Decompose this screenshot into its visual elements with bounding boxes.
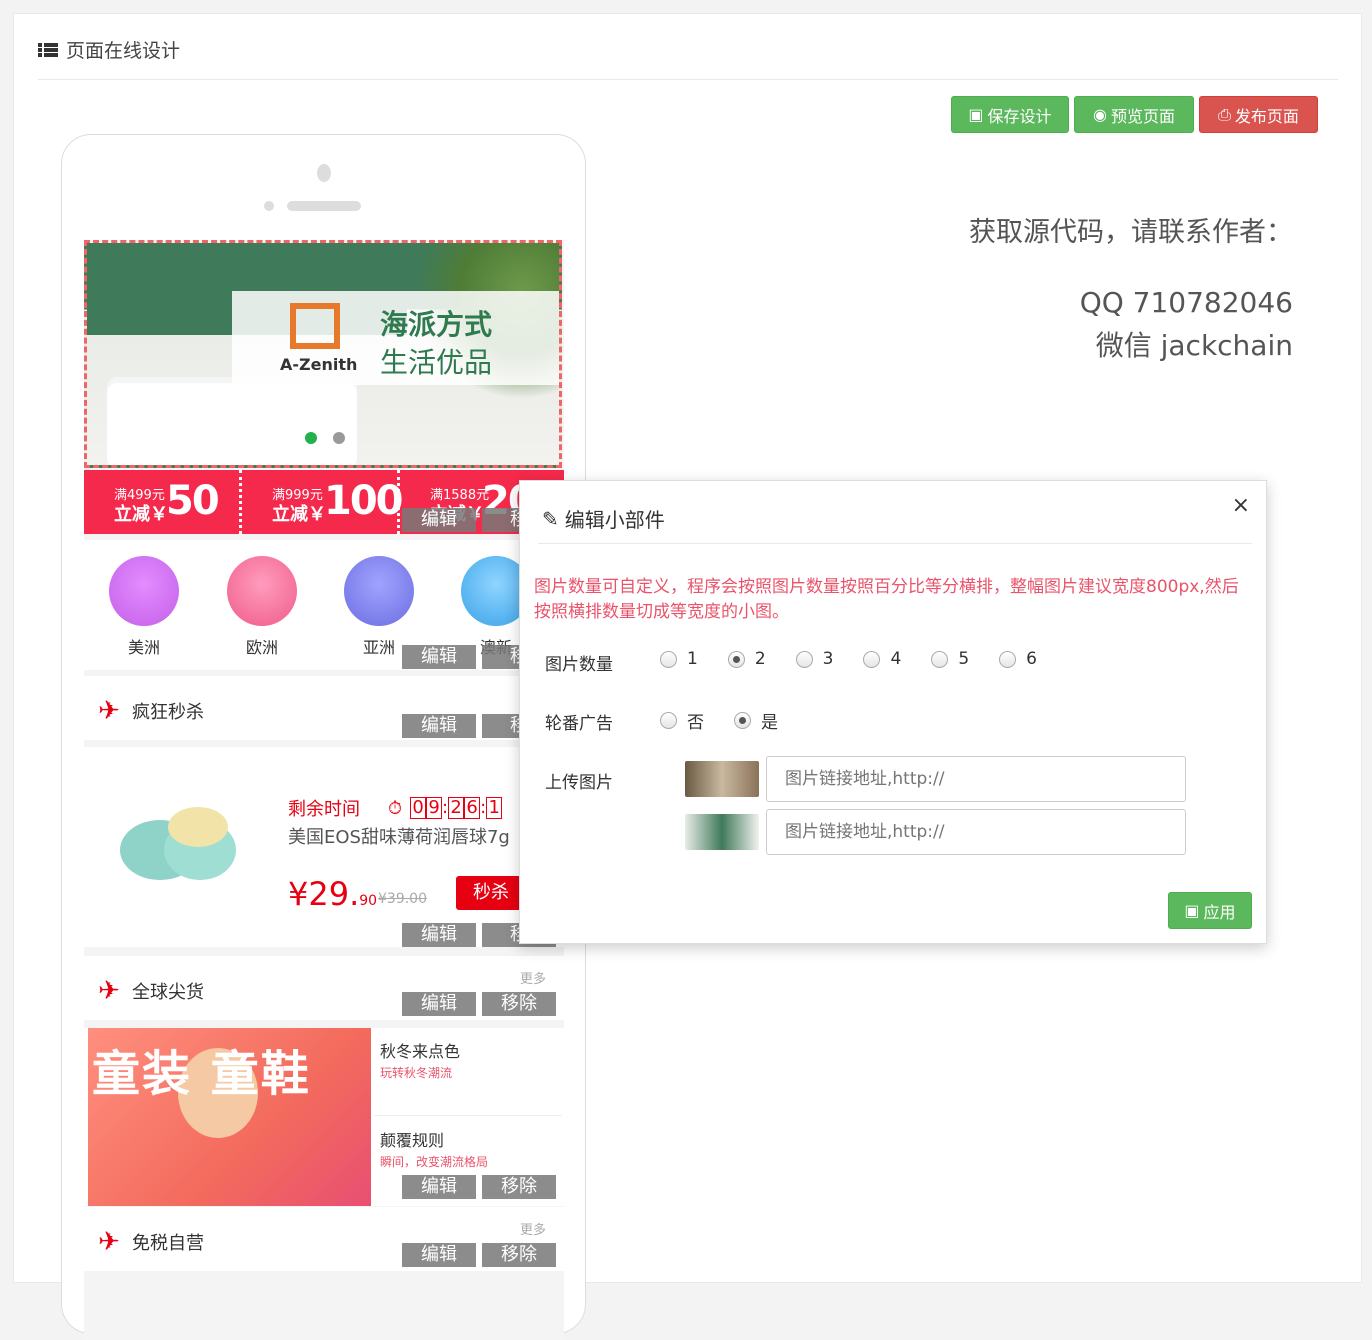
phone-speaker — [287, 201, 361, 211]
product-image — [120, 807, 236, 880]
banner-sofa — [107, 383, 357, 465]
edit-button[interactable]: 编辑 — [402, 508, 476, 532]
remove-button[interactable]: 移除 — [482, 1243, 556, 1267]
count-option[interactable]: 6 — [999, 649, 1037, 669]
flash-sale-product[interactable]: 剩余时间 ⏱ 09:26:1 美国EOS甜味薄荷润唇球7g ¥29.90 ¥39… — [84, 747, 564, 947]
brand-logo-icon — [290, 303, 340, 349]
image-url-input[interactable] — [766, 809, 1186, 855]
carousel-option-yes[interactable]: 是 — [734, 708, 778, 733]
phone-frame: A-Zenith 海派方式 生活优品 满499元 立减￥ 50 满999元 立减… — [61, 134, 586, 1340]
countdown: 剩余时间 ⏱ 09:26:1 — [288, 795, 503, 821]
radio[interactable] — [795, 650, 813, 668]
edit-button[interactable]: 编辑 — [402, 1175, 476, 1199]
contact-heading: 获取源代码，请联系作者： — [969, 217, 1293, 248]
clock-icon: ⏱ — [388, 797, 403, 819]
remove-button[interactable]: 移除 — [482, 1175, 556, 1199]
count-option[interactable]: 1 — [660, 649, 698, 669]
count-option[interactable]: 5 — [931, 649, 969, 669]
phone-sensor — [264, 201, 274, 211]
brand-name: A-Zenith — [280, 355, 358, 374]
phone-screen: A-Zenith 海派方式 生活优品 满499元 立减￥ 50 满999元 立减… — [84, 240, 564, 1340]
radio[interactable] — [999, 650, 1017, 668]
preview-button[interactable]: ◉ 预览页面 — [1074, 96, 1194, 133]
castle-icon — [109, 556, 179, 626]
carousel-label: 轮番广告 — [545, 714, 613, 734]
divider — [538, 543, 1252, 544]
category-asia[interactable]: 亚洲 — [339, 556, 419, 658]
widget-toolbar: 编辑 移除 — [402, 1175, 556, 1199]
close-icon[interactable]: × — [1232, 493, 1250, 518]
radio[interactable] — [931, 650, 949, 668]
print-icon: ⎙ — [1218, 104, 1231, 124]
category-europe[interactable]: 欧洲 — [222, 556, 302, 658]
carousel-option-no[interactable]: 否 — [660, 708, 704, 733]
image-url-input[interactable] — [766, 756, 1186, 802]
publish-button[interactable]: ⎙ 发布页面 — [1199, 96, 1318, 133]
radio[interactable] — [863, 650, 881, 668]
modal-title: ✎ 编辑小部件 — [542, 506, 665, 533]
divider — [38, 79, 1338, 80]
save-button[interactable]: ▣ 保存设计 — [951, 96, 1069, 133]
radio-selected[interactable] — [727, 650, 745, 668]
radio[interactable] — [660, 712, 677, 729]
plane-icon: ✈ — [98, 976, 120, 1006]
more-link[interactable]: 更多 — [520, 968, 546, 987]
remove-button[interactable]: 移除 — [482, 992, 556, 1016]
old-price: ¥39.00 — [378, 891, 427, 907]
plane-icon: ✈ — [98, 696, 120, 726]
flash-buy-button[interactable]: 秒杀 — [456, 876, 526, 910]
count-option[interactable]: 4 — [863, 649, 901, 669]
image-count-radios: 1 2 3 4 5 6 — [660, 649, 1067, 669]
edit-button[interactable]: 编辑 — [402, 992, 476, 1016]
product-name: 美国EOS甜味薄荷润唇球7g — [288, 827, 510, 848]
carousel-radios: 否 是 — [660, 708, 808, 733]
page-title: 页面在线设计 — [38, 36, 180, 63]
radio-selected[interactable] — [734, 712, 751, 729]
category-america[interactable]: 美洲 — [104, 556, 184, 658]
banner-headline: 海派方式 — [380, 308, 493, 341]
list-icon — [38, 42, 58, 57]
eye-icon: ◉ — [1093, 105, 1107, 124]
modal-tip: 图片数量可自定义，程序会按照图片数量按照百分比等分横排，整幅图片建议宽度800p… — [534, 577, 1239, 622]
widget-toolbar: 编辑 移除 — [402, 1243, 556, 1267]
coupon-item[interactable]: 满999元 立减￥ 100 — [242, 470, 403, 534]
page-title-text: 页面在线设计 — [66, 40, 181, 62]
count-option[interactable]: 3 — [795, 649, 833, 669]
contact-wechat: 微信 jackchain — [1095, 329, 1293, 362]
banner-widget[interactable]: A-Zenith 海派方式 生活优品 — [84, 240, 562, 468]
grid-item[interactable]: 秋冬来点色 玩转秋冬潮流 — [374, 1028, 562, 1116]
carousel-dot[interactable] — [333, 432, 345, 444]
kids-banner[interactable]: 童装 童鞋 — [88, 1028, 371, 1206]
banner-logo-box: A-Zenith 海派方式 生活优品 — [232, 291, 559, 385]
contact-qq: QQ 710782046 — [1079, 286, 1293, 319]
apply-button[interactable]: ▣ 应用 — [1168, 892, 1252, 929]
upload-thumbnail[interactable] — [685, 814, 759, 850]
edit-button[interactable]: 编辑 — [402, 1243, 476, 1267]
product-price: ¥29.90 — [288, 875, 378, 913]
radio[interactable] — [660, 650, 677, 668]
count-option[interactable]: 2 — [727, 649, 766, 669]
edit-button[interactable]: 编辑 — [402, 923, 476, 947]
widget-toolbar: 编辑 移除 — [402, 992, 556, 1016]
upload-thumbnail[interactable] — [685, 761, 759, 797]
upload-label: 上传图片 — [545, 773, 613, 793]
banner-subline: 生活优品 — [380, 346, 493, 379]
edit-widget-modal: ✎ 编辑小部件 × 图片数量可自定义，程序会按照图片数量按照百分比等分横排，整幅… — [519, 480, 1267, 944]
carousel-dot-active[interactable] — [305, 432, 317, 444]
kids-banner-text: 童装 童鞋 — [92, 1046, 311, 1102]
edit-button[interactable]: 编辑 — [402, 645, 476, 669]
floppy-icon: ▣ — [968, 105, 984, 124]
floppy-icon: ▣ — [1184, 901, 1200, 920]
image-count-label: 图片数量 — [545, 655, 613, 675]
phone-camera — [317, 164, 331, 182]
more-link[interactable]: 更多 — [520, 1219, 546, 1238]
edit-button[interactable]: 编辑 — [402, 714, 476, 738]
coupon-item[interactable]: 满499元 立减￥ 50 — [84, 470, 242, 534]
plane-icon: ✈ — [98, 1227, 120, 1257]
temple-icon — [344, 556, 414, 626]
pencil-icon: ✎ — [542, 506, 559, 531]
cathedral-icon — [227, 556, 297, 626]
